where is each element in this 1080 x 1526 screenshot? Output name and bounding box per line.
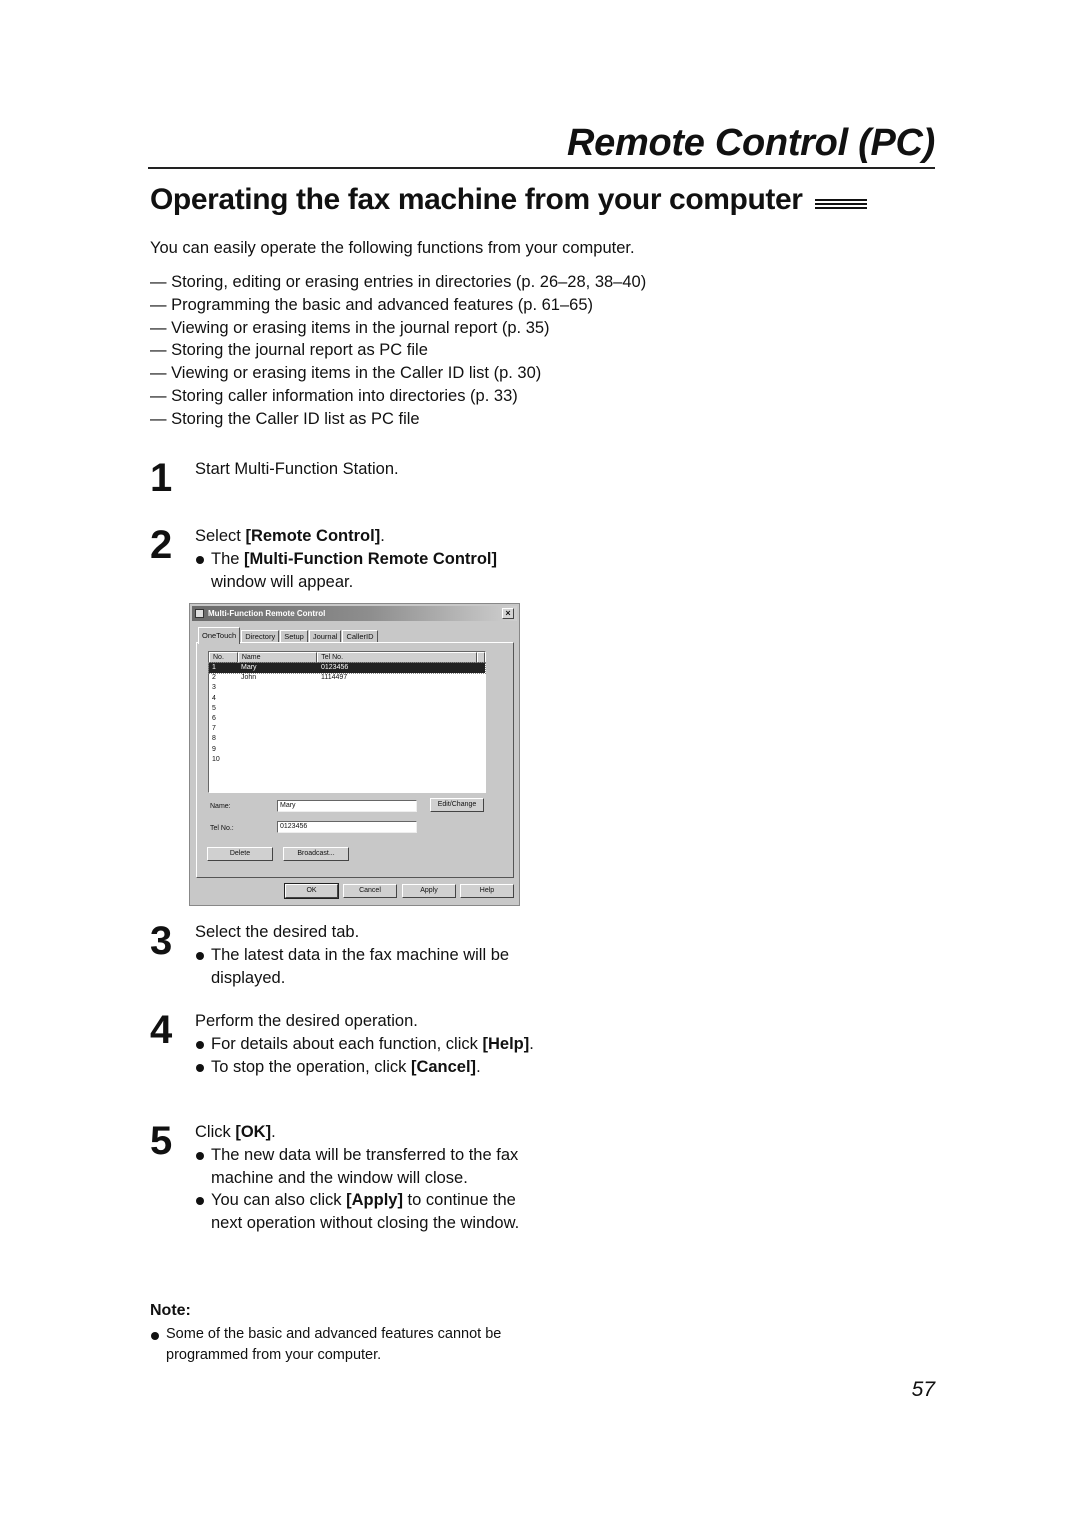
tab-panel-onetouch: No. Name Tel No. 1 Mary 0123456 2 John 111449… <box>196 642 514 878</box>
row-name <box>238 704 318 714</box>
intro-text: You can easily operate the following fun… <box>150 239 635 257</box>
row-number: 7 <box>212 725 216 733</box>
function-list: — Storing, editing or erasing entries in… <box>150 271 646 431</box>
row-name <box>238 755 318 765</box>
row-number: 3 <box>212 684 216 692</box>
step-bullet: To stop the operation, click [Cancel]. <box>195 1056 535 1079</box>
list-rows: 1 Mary 0123456 2 John 1114497 3 4 5 6 7 8 9 10 <box>208 661 486 765</box>
close-icon[interactable]: × <box>502 608 514 619</box>
row-tel <box>318 714 479 724</box>
step-number: 2 <box>150 523 173 567</box>
row-tel <box>318 755 479 765</box>
row-tel <box>318 694 479 704</box>
list-row[interactable]: 5 <box>209 704 485 714</box>
remote-control-dialog: Multi-Function Remote Control × OneTouch… <box>189 603 520 906</box>
apply-button[interactable]: Apply <box>402 884 456 898</box>
row-name <box>238 694 318 704</box>
section-title: Remote Control (PC) <box>567 122 935 164</box>
column-header-name[interactable]: Name <box>237 652 318 663</box>
list-header: No. Name Tel No. <box>209 652 486 663</box>
step-text: Start Multi-Function Station. <box>195 460 399 478</box>
tel-input[interactable]: 0123456 <box>277 821 417 833</box>
list-row[interactable]: 6 <box>209 714 485 724</box>
function-item: — Storing the Caller ID list as PC file <box>150 409 420 428</box>
ok-button[interactable]: OK <box>284 883 339 899</box>
heading-bars-decoration <box>814 199 867 211</box>
row-number: 5 <box>212 704 216 712</box>
tab-onetouch[interactable]: OneTouch <box>198 627 241 644</box>
function-item: — Programming the basic and advanced fea… <box>150 295 594 314</box>
row-name <box>238 724 318 734</box>
step-bullet: The latest data in the fax machine will … <box>195 944 535 990</box>
step-number: 3 <box>150 919 173 963</box>
onetouch-list[interactable]: No. Name Tel No. 1 Mary 0123456 2 John 111449… <box>208 651 486 793</box>
row-name: John <box>241 674 257 682</box>
list-row[interactable]: 9 <box>209 745 485 755</box>
row-tel <box>318 734 479 744</box>
column-header-tel[interactable]: Tel No. <box>317 652 478 663</box>
row-name <box>238 734 318 744</box>
list-row[interactable]: 10 <box>209 755 485 765</box>
column-header-no[interactable]: No. <box>209 652 238 663</box>
function-item: — Storing the journal report as PC file <box>150 341 428 360</box>
row-name: Mary <box>241 664 257 671</box>
function-item: — Viewing or erasing items in the Caller… <box>150 364 542 383</box>
help-button[interactable]: Help <box>460 884 514 898</box>
column-header-filler <box>477 652 486 663</box>
delete-button[interactable]: Delete <box>207 847 273 861</box>
note-text: Some of the basic and advanced features … <box>150 1324 556 1366</box>
page-number: 57 <box>911 1378 935 1401</box>
step-text: Select the desired tab. <box>195 923 360 941</box>
list-row[interactable]: 2 John 1114497 <box>209 673 485 683</box>
row-tel <box>318 745 479 755</box>
function-item: — Storing, editing or erasing entries in… <box>150 273 647 291</box>
row-number: 8 <box>212 735 216 743</box>
step-text: Perform the desired operation. <box>195 1012 418 1030</box>
name-label: Name: <box>210 803 231 810</box>
step-bullet: You can also click [Apply] to continue t… <box>195 1189 535 1235</box>
step-bullet: For details about each function, click [… <box>195 1033 535 1056</box>
edit-change-button[interactable]: Edit/Change <box>430 798 484 812</box>
step-bullet: The new data will be transferred to the … <box>195 1144 535 1190</box>
step-text: Click [OK]. <box>195 1123 276 1141</box>
list-row[interactable]: 8 <box>209 734 485 744</box>
row-number: 6 <box>212 714 216 722</box>
row-tel: 0123456 <box>321 664 349 671</box>
page-heading: Operating the fax machine from your comp… <box>150 183 867 217</box>
row-name <box>238 683 318 693</box>
row-name <box>238 714 318 724</box>
dialog-title: Multi-Function Remote Control <box>208 609 326 618</box>
row-number: 4 <box>212 694 216 702</box>
broadcast-button[interactable]: Broadcast... <box>283 847 349 861</box>
list-row[interactable]: 1 Mary 0123456 <box>208 661 486 675</box>
step-bullet: The [Multi-Function Remote Control] wind… <box>195 548 535 594</box>
list-row[interactable]: 3 <box>209 683 485 693</box>
function-item: — Viewing or erasing items in the journa… <box>150 318 550 337</box>
list-row[interactable]: 4 <box>209 694 485 704</box>
tab-strip: OneTouch Directory Setup Journal CallerI… <box>198 627 379 644</box>
row-number: 10 <box>212 755 220 763</box>
row-name <box>238 745 318 755</box>
title-rule <box>148 167 935 169</box>
row-tel <box>318 683 479 693</box>
row-tel <box>318 704 479 714</box>
row-number: 9 <box>212 745 216 753</box>
row-number: 2 <box>212 674 216 682</box>
dialog-titlebar: Multi-Function Remote Control × <box>192 606 517 621</box>
tel-label: Tel No.: <box>210 825 234 832</box>
step-number: 4 <box>150 1008 173 1052</box>
step-number: 1 <box>150 456 173 500</box>
step-text: Select [Remote Control]. <box>195 527 385 545</box>
row-number: 1 <box>212 664 216 671</box>
row-tel <box>318 724 479 734</box>
note-label: Note: <box>150 1302 191 1319</box>
function-item: — Storing caller information into direct… <box>150 386 518 405</box>
page-heading-text: Operating the fax machine from your comp… <box>150 183 803 216</box>
app-icon <box>195 609 204 618</box>
list-row[interactable]: 7 <box>209 724 485 734</box>
step-number: 5 <box>150 1119 173 1163</box>
name-input[interactable]: Mary <box>277 800 417 812</box>
row-tel: 1114497 <box>321 674 348 682</box>
cancel-button[interactable]: Cancel <box>343 884 397 898</box>
